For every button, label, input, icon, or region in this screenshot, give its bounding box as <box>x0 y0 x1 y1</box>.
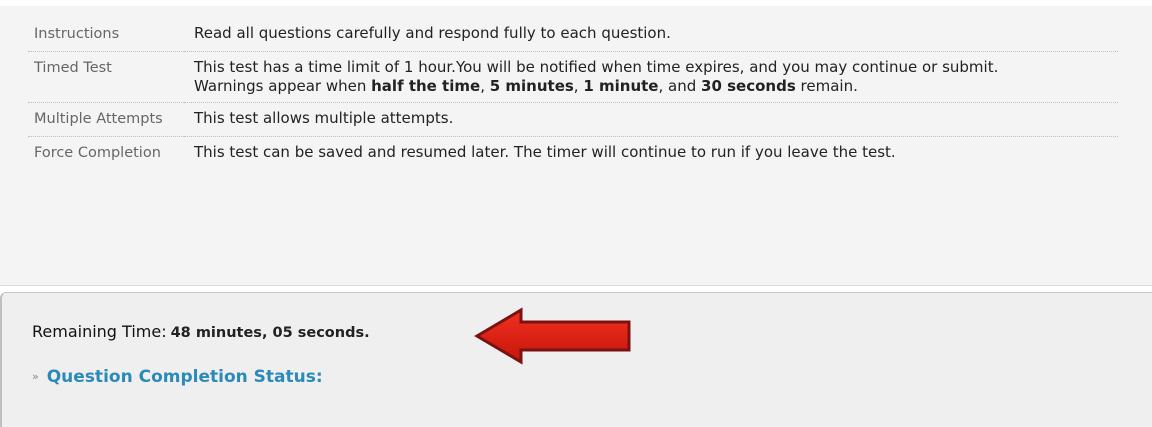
warn-half-time: half the time <box>371 77 481 95</box>
row-instructions: Instructions Read all questions carefull… <box>28 18 1118 52</box>
instructions-text: Read all questions carefully and respond… <box>194 24 671 42</box>
multiple-attempts-text: This test allows multiple attempts. <box>194 109 454 127</box>
force-completion-text: This test can be saved and resumed later… <box>194 143 896 161</box>
question-completion-status-label: Question Completion Status: <box>46 367 323 387</box>
warn-sep: , <box>573 77 584 95</box>
row-multiple-attempts: Multiple Attempts This test allows multi… <box>28 103 1118 137</box>
warn-sep: , <box>480 77 490 95</box>
warn-suffix: remain. <box>795 77 858 95</box>
row-force-completion: Force Completion This test can be saved … <box>28 137 1118 171</box>
test-instructions-panel: Instructions Read all questions carefull… <box>0 6 1152 286</box>
force-completion-label: Force Completion <box>34 145 161 161</box>
warn-30-seconds: 30 seconds <box>701 77 796 95</box>
timed-test-warnings: Warnings appear when half the time, 5 mi… <box>194 77 1118 96</box>
remaining-time-value: 48 minutes, 05 seconds. <box>170 325 370 341</box>
timed-test-label: Timed Test <box>34 60 112 76</box>
timed-test-line1: This test has a time limit of 1 hour.You… <box>194 58 999 76</box>
row-timed-test: Timed Test This test has a time limit of… <box>28 52 1118 103</box>
test-info-table: Instructions Read all questions carefull… <box>28 18 1118 170</box>
double-chevron-down-icon: » <box>32 370 39 383</box>
instructions-label: Instructions <box>34 26 120 42</box>
multiple-attempts-label: Multiple Attempts <box>34 111 163 127</box>
question-completion-status-toggle[interactable]: » Question Completion Status: <box>32 367 323 387</box>
warn-1-minute: 1 minute <box>583 77 659 95</box>
timed-test-text: This test has a time limit of 1 hour.You… <box>184 52 1118 103</box>
remaining-time-label: Remaining Time: <box>32 322 167 341</box>
red-left-arrow-icon <box>474 307 631 365</box>
warn-prefix: Warnings appear when <box>194 77 372 95</box>
warn-sep: , and <box>658 77 702 95</box>
remaining-time: Remaining Time: 48 minutes, 05 seconds. <box>32 322 370 341</box>
warn-5-minutes: 5 minutes <box>489 77 574 95</box>
